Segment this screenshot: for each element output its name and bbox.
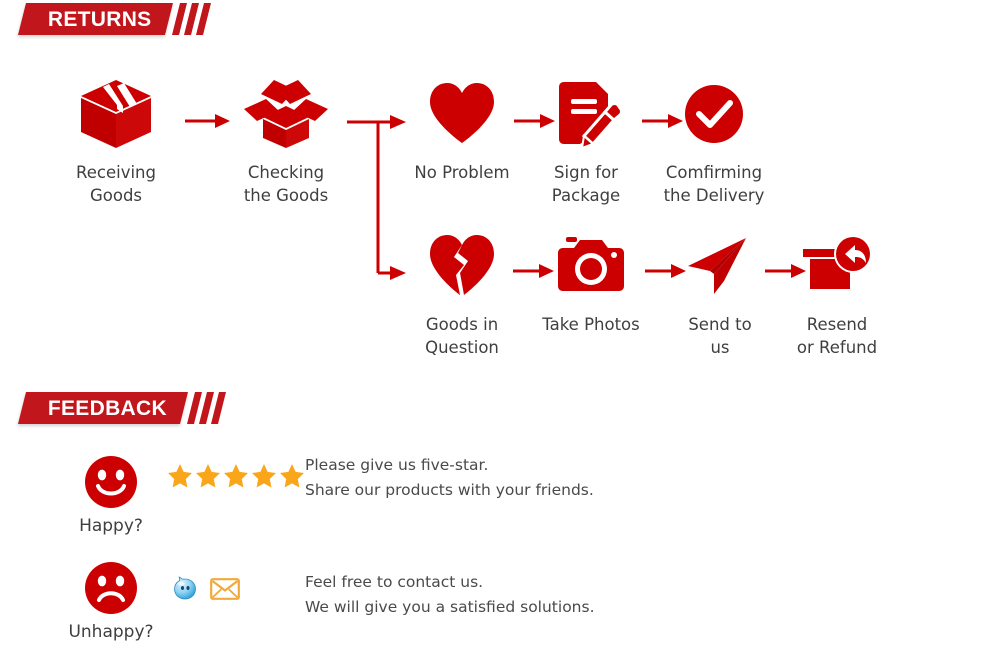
five-star-rating[interactable] bbox=[167, 463, 305, 493]
flow-node-label: Comfirming the Delivery bbox=[663, 163, 765, 206]
banner-plate: RETURNS bbox=[18, 3, 173, 35]
star-icon[interactable] bbox=[167, 463, 193, 493]
banner-stripe-3 bbox=[195, 3, 211, 35]
flow-node-label: Take Photos bbox=[542, 315, 640, 334]
box-return-arrow-icon bbox=[762, 228, 912, 304]
banner-stripe-3 bbox=[211, 392, 227, 424]
banner-plate: FEEDBACK bbox=[18, 392, 189, 424]
flow-node-label: Goods in Question bbox=[425, 315, 499, 358]
feedback-banner-title: FEEDBACK bbox=[48, 396, 168, 420]
star-icon[interactable] bbox=[195, 463, 221, 493]
star-icon[interactable] bbox=[223, 463, 249, 493]
feedback-section-banner: FEEDBACK bbox=[18, 392, 227, 424]
flow-node-label: Resend or Refund bbox=[796, 315, 878, 358]
star-icon[interactable] bbox=[251, 463, 277, 493]
envelope-icon[interactable] bbox=[210, 578, 240, 605]
star-icon[interactable] bbox=[279, 463, 305, 493]
flow-node-checking-the-goods: Checking the Goods bbox=[211, 76, 361, 208]
banner-stripes-decoration bbox=[187, 392, 227, 424]
returns-section-banner: RETURNS bbox=[18, 3, 211, 35]
open-box-icon bbox=[211, 76, 361, 152]
flow-node-comfirming-the-delivery: Comfirming the Delivery bbox=[639, 76, 789, 208]
banner-stripes-decoration bbox=[171, 3, 211, 35]
flow-node-resend-or-refund: Resend or Refund bbox=[762, 228, 912, 360]
flow-node-receiving-goods: Receiving Goods bbox=[41, 76, 191, 208]
flow-node-label: Receiving Goods bbox=[76, 163, 156, 206]
flow-node-label: Checking the Goods bbox=[243, 163, 329, 206]
happy-face-icon bbox=[46, 455, 176, 509]
flow-node-goods-in-question: Goods in Question bbox=[387, 228, 537, 360]
check-circle-icon bbox=[639, 76, 789, 152]
feedback-happy-message: Please give us five-star. Share our prod… bbox=[305, 456, 594, 500]
feedback-unhappy-message: Feel free to contact us. We will give yo… bbox=[305, 573, 595, 617]
returns-banner-title: RETURNS bbox=[48, 7, 152, 31]
chat-bubble-icon[interactable] bbox=[172, 576, 198, 607]
closed-box-icon bbox=[41, 76, 191, 152]
feedback-unhappy-face-block: Unhappy? bbox=[46, 561, 176, 642]
feedback-happy-face-block: Happy? bbox=[46, 455, 176, 536]
feedback-happy-label: Happy? bbox=[79, 516, 143, 536]
contact-icons-group bbox=[172, 576, 240, 607]
sad-face-icon bbox=[46, 561, 176, 615]
feedback-unhappy-label: Unhappy? bbox=[68, 622, 154, 642]
